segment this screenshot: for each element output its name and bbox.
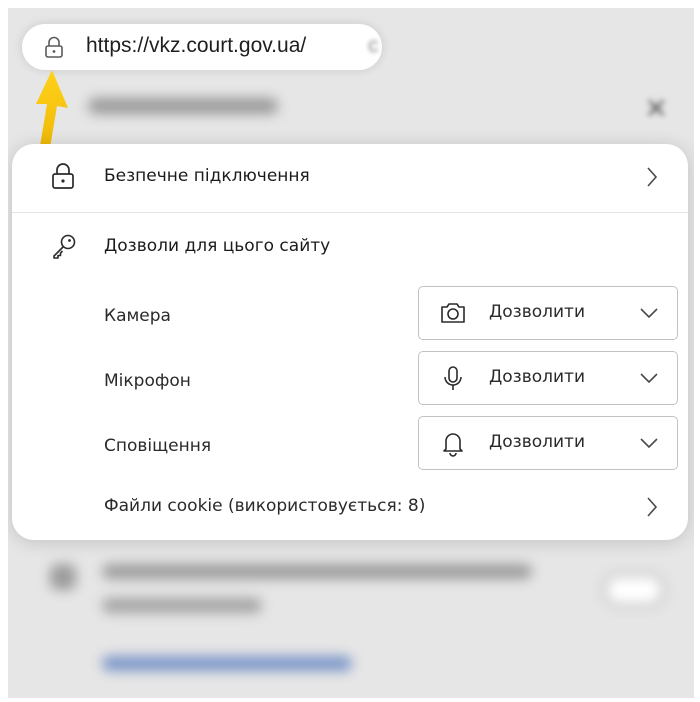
notifications-permission-select[interactable]: Дозволити: [418, 416, 678, 470]
key-icon: [53, 234, 76, 259]
blurred-site-heading: [88, 98, 278, 114]
cookies-row[interactable]: Файли cookie (використовується: 8): [12, 480, 688, 536]
site-info-panel: Безпечне підключення Дозволи для цього с…: [12, 144, 688, 540]
secure-connection-label: Безпечне підключення: [104, 166, 310, 186]
blurred-toggle: [604, 574, 664, 606]
chevron-down-icon: [640, 438, 658, 449]
url-trail-text: c: [368, 34, 379, 57]
blurred-link: [102, 656, 352, 671]
permission-label-camera: Камера: [104, 306, 171, 326]
microphone-permission-select[interactable]: Дозволити: [418, 351, 678, 405]
browser-site-info-screenshot: ✕ https://vkz.court.gov.ua/ c Безпечне п…: [8, 8, 694, 698]
camera-permission-select[interactable]: Дозволити: [418, 286, 678, 340]
microphone-icon: [444, 366, 462, 390]
permission-label-notifications: Сповіщення: [104, 436, 212, 456]
blurred-text-line: [102, 598, 262, 613]
chevron-down-icon: [640, 373, 658, 384]
blurred-icon: [50, 564, 76, 590]
permission-label-microphone: Мікрофон: [104, 371, 191, 391]
cookies-label: Файли cookie (використовується: 8): [104, 496, 426, 516]
blurred-text-line: [102, 564, 532, 579]
close-icon: ✕: [644, 92, 668, 125]
bell-icon: [443, 433, 463, 457]
microphone-permission-value: Дозволити: [489, 367, 586, 387]
camera-permission-value: Дозволити: [489, 302, 586, 322]
permissions-title: Дозволи для цього сайту: [104, 236, 331, 256]
url-text[interactable]: https://vkz.court.gov.ua/: [86, 34, 306, 58]
chevron-right-icon: [647, 167, 658, 187]
address-bar[interactable]: https://vkz.court.gov.ua/ c: [22, 24, 382, 70]
chevron-right-icon: [647, 497, 658, 517]
secure-connection-row[interactable]: Безпечне підключення: [12, 144, 688, 213]
lock-icon[interactable]: [44, 36, 64, 58]
camera-icon: [441, 303, 465, 323]
notifications-permission-value: Дозволити: [489, 432, 586, 452]
chevron-down-icon: [640, 308, 658, 319]
lock-icon: [52, 163, 74, 189]
